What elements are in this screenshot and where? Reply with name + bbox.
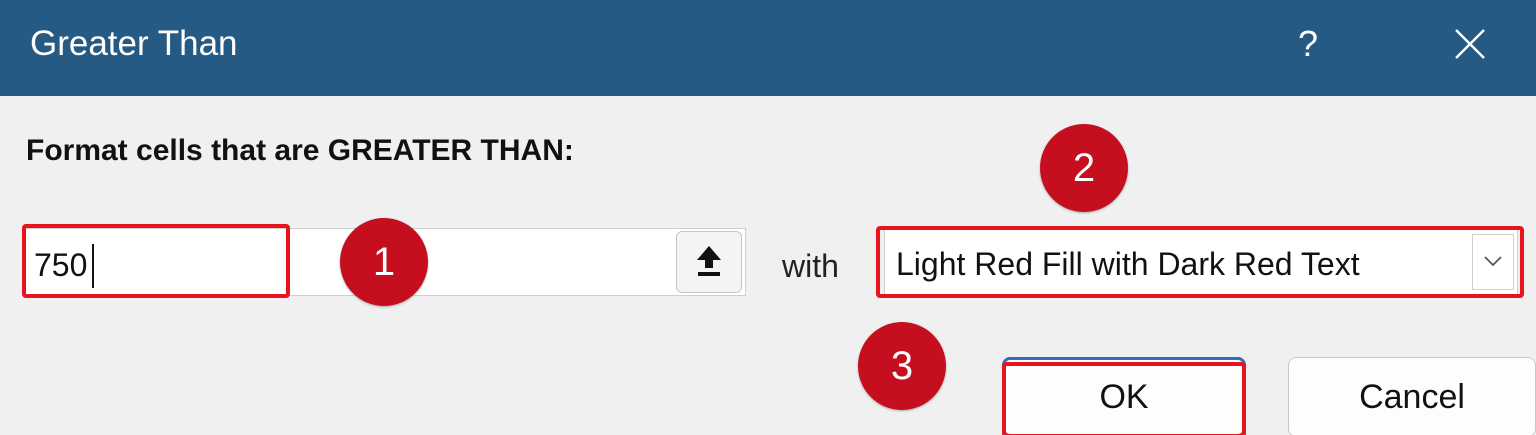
dialog-titlebar: Greater Than ? <box>0 0 1536 96</box>
close-icon <box>1455 29 1485 59</box>
step-marker-3: 3 <box>858 322 946 410</box>
ok-button[interactable]: OK <box>1002 357 1246 435</box>
collapse-dialog-button[interactable] <box>676 231 742 293</box>
prompt-label: Format cells that are GREATER THAN: <box>26 134 574 167</box>
collapse-dialog-icon <box>697 246 721 276</box>
value-input-text[interactable]: 750 <box>34 246 87 284</box>
text-caret <box>92 244 94 288</box>
format-select-value[interactable]: Light Red Fill with Dark Red Text <box>896 245 1360 283</box>
cancel-button[interactable]: Cancel <box>1288 357 1536 435</box>
format-dropdown-button[interactable] <box>1472 234 1514 290</box>
with-label: with <box>782 248 839 284</box>
chevron-down-icon <box>1484 256 1502 267</box>
dialog-title: Greater Than <box>30 24 238 63</box>
step-marker-2: 2 <box>1040 124 1128 212</box>
help-button[interactable]: ? <box>1278 14 1338 74</box>
step-marker-1: 1 <box>340 218 428 306</box>
close-button[interactable] <box>1440 14 1500 74</box>
